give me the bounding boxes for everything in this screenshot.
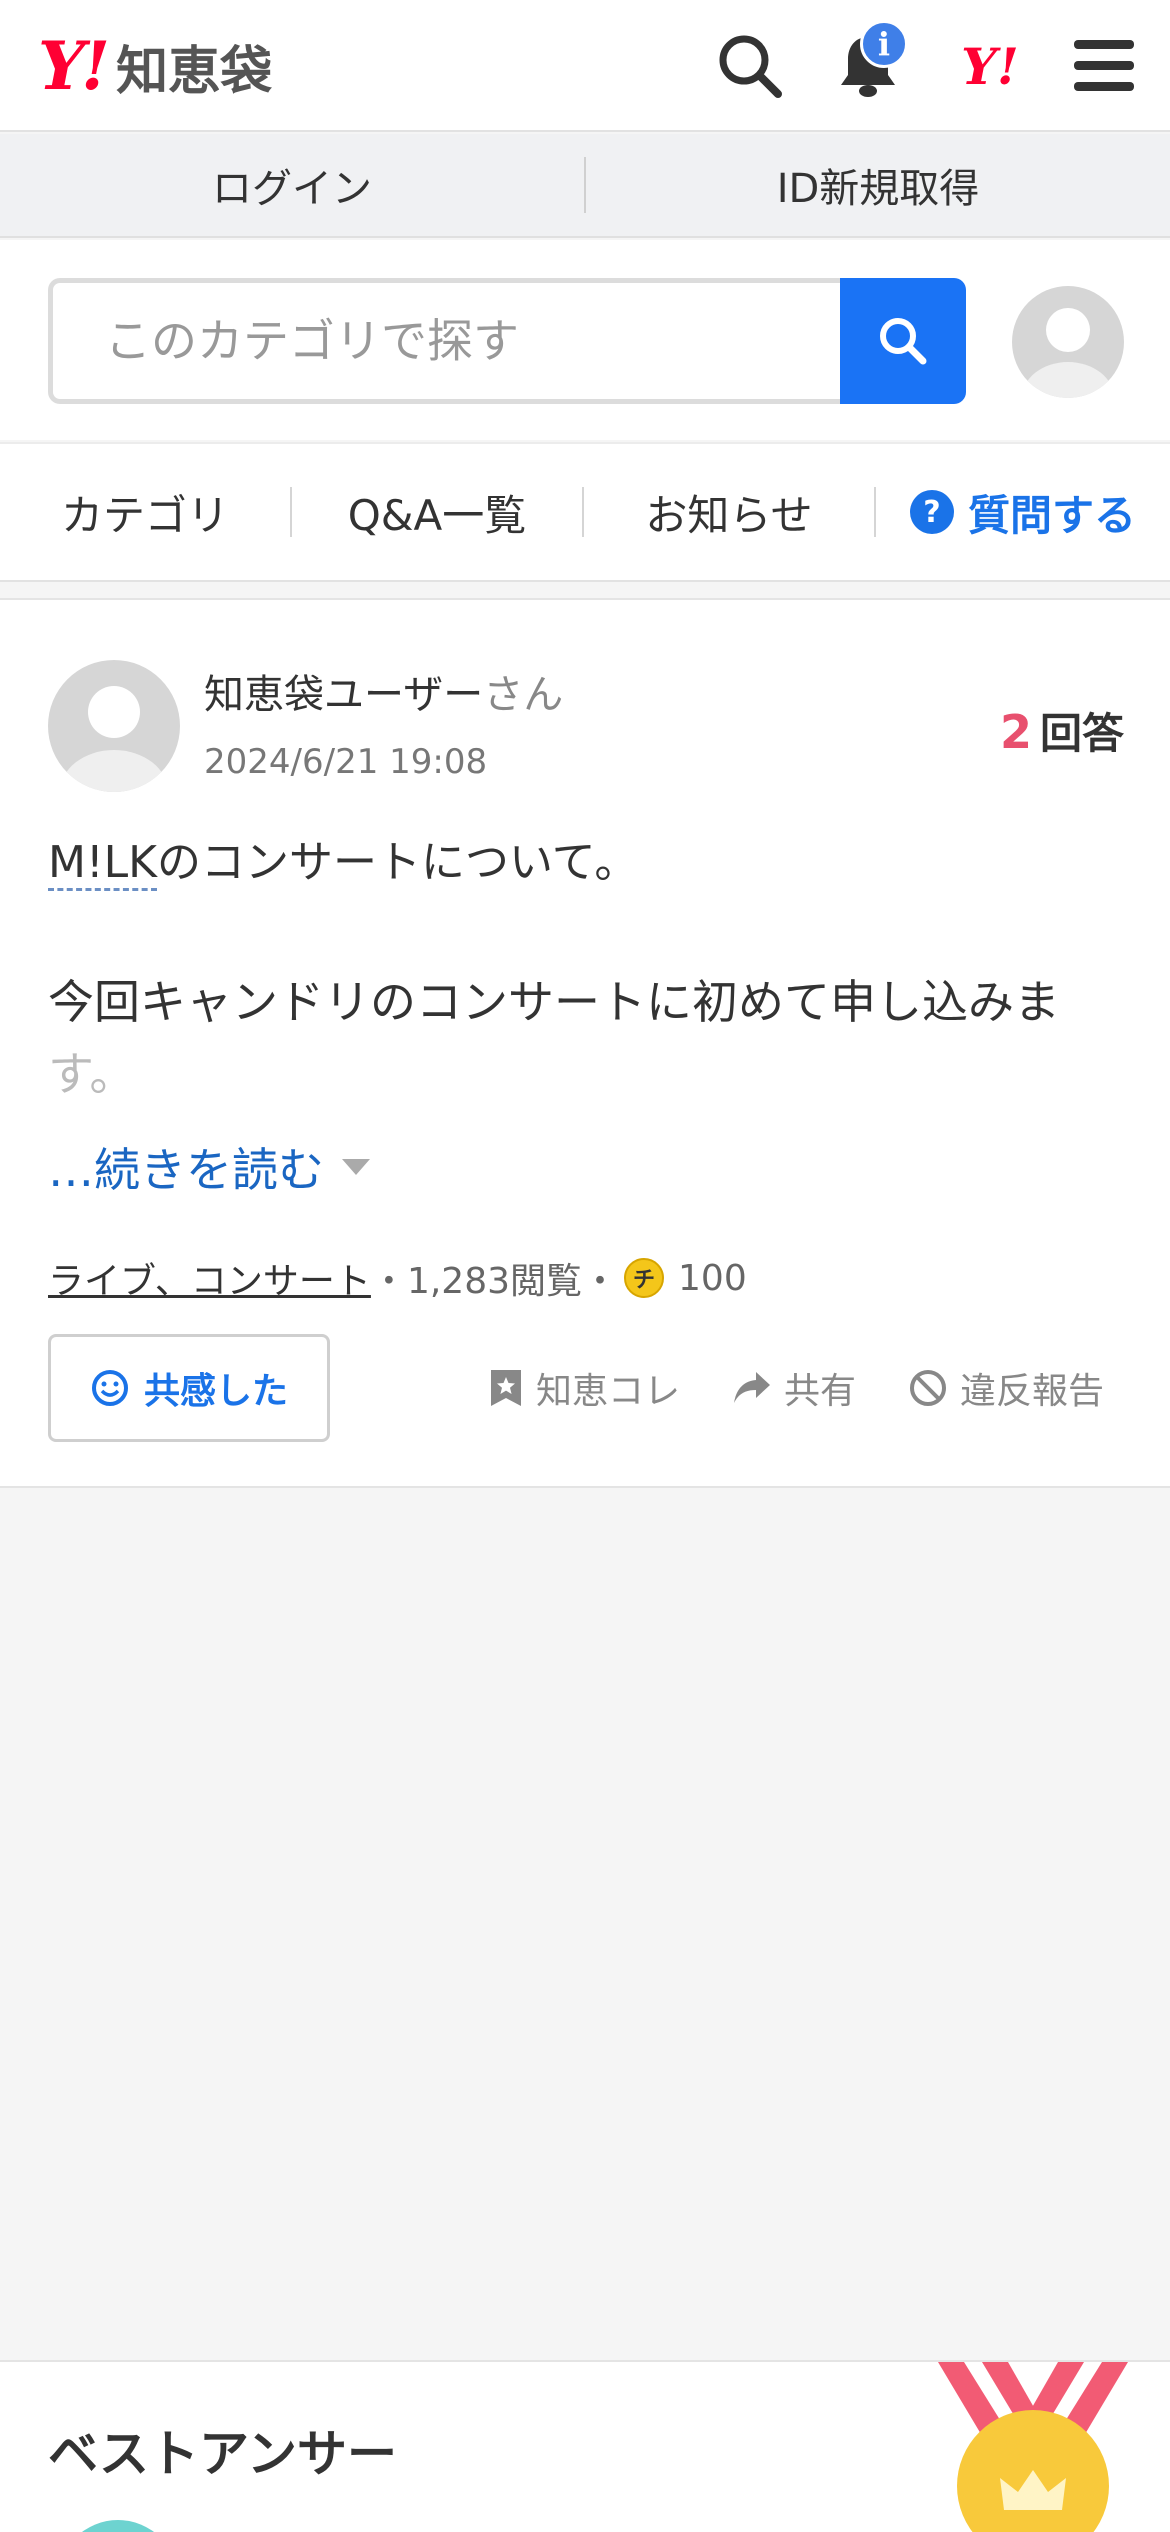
category-link[interactable]: ライブ、コンサート <box>48 1252 371 1304</box>
smile-icon <box>91 1370 128 1406</box>
search-input[interactable] <box>105 314 842 368</box>
user-avatar[interactable] <box>1012 286 1124 398</box>
share-arrow-icon <box>733 1372 770 1403</box>
question-meta: ライブ、コンサート ・ 1,283閲覧 ・ チ 100 <box>48 1252 747 1304</box>
category-nav: カテゴリ Q&A一覧 お知らせ ? 質問する <box>0 442 1170 582</box>
search-icon[interactable] <box>710 26 790 106</box>
notification-badge: i <box>860 20 908 68</box>
collect-button[interactable]: 知恵コレ <box>488 1362 680 1414</box>
answer-count-link[interactable]: 2 回答 <box>1000 700 1124 761</box>
prohibited-icon <box>909 1370 946 1406</box>
question-icon: ? <box>909 490 954 534</box>
questioner-avatar <box>48 660 180 792</box>
chevron-down-icon <box>342 1159 370 1175</box>
question-title: M!LKのコンサートについて。 <box>48 826 639 891</box>
login-bar: ログイン ID新規取得 <box>0 134 1170 238</box>
best-answer-title: ベストアンサー <box>48 2425 397 2483</box>
view-count: 1,283閲覧 <box>406 1261 582 1302</box>
user-avatar-icon <box>1012 286 1124 398</box>
empathy-label: 共感した <box>143 1371 288 1412</box>
share-button[interactable]: 共有 <box>732 1362 856 1414</box>
app-header: Y! 知恵袋 i Y! <box>0 0 1170 132</box>
report-button[interactable]: 違反報告 <box>908 1362 1104 1414</box>
read-more-link[interactable]: …続きを読む <box>48 1134 370 1200</box>
login-link[interactable]: ログイン <box>0 156 584 214</box>
question-body-fade: す。 <box>48 1047 136 1101</box>
best-answer-section: ベストアンサー <box>0 2360 1170 2532</box>
ask-question-label: 質問する <box>967 490 1136 540</box>
menu-icon[interactable] <box>1064 26 1144 106</box>
user-name: 知恵袋ユーザー <box>204 672 484 718</box>
search-row <box>0 240 1170 440</box>
answerer-avatar <box>58 2520 178 2532</box>
share-label: 共有 <box>783 1371 856 1412</box>
search-box <box>48 278 842 404</box>
chiebukuro-logo-text: 知恵袋 <box>116 41 273 102</box>
bookmark-star-icon <box>490 1370 521 1406</box>
search-button[interactable] <box>840 278 966 404</box>
report-label: 違反報告 <box>959 1371 1104 1412</box>
questioner-name: 知恵袋ユーザーさん <box>204 662 563 720</box>
coin-value: 100 <box>678 1257 747 1299</box>
tab-category[interactable]: カテゴリ <box>0 482 290 543</box>
tab-qa-list[interactable]: Q&A一覧 <box>292 482 582 543</box>
chiebukuro-logo[interactable]: Y! 知恵袋 <box>38 27 273 105</box>
question-title-text: のコンサートについて。 <box>156 837 639 888</box>
question-body: 今回キャンドリのコンサートに初めて申し込みま す。 <box>48 966 1128 1110</box>
yahoo-top-link[interactable]: Y! <box>950 26 1030 106</box>
user-avatar-icon <box>48 660 180 792</box>
keyword-link[interactable]: M!LK <box>48 837 157 891</box>
question-actions: 知恵コレ 共有 違反報告 <box>436 1362 1104 1414</box>
search-icon <box>880 318 927 365</box>
meta-separator: ・ <box>370 1261 407 1302</box>
yahoo-mark-icon: Y! <box>961 36 1019 96</box>
ask-question-button[interactable]: ? 質問する <box>876 482 1170 543</box>
coin-icon: チ <box>624 1258 665 1298</box>
collect-label: 知恵コレ <box>535 1371 680 1412</box>
register-link[interactable]: ID新規取得 <box>586 156 1170 214</box>
yahoo-logo-mark: Y! <box>38 27 110 105</box>
meta-separator: ・ <box>582 1261 619 1302</box>
question-date: 2024/6/21 19:08 <box>204 742 488 782</box>
answer-label: 回答 <box>1039 709 1124 758</box>
answer-count: 2 <box>999 705 1032 759</box>
question-card: 知恵袋ユーザーさん 2024/6/21 19:08 2 回答 M!LKのコンサート… <box>0 598 1170 1488</box>
read-more-label: …続きを読む <box>48 1143 324 1197</box>
tab-news[interactable]: お知らせ <box>584 482 874 543</box>
notification-button[interactable]: i <box>828 20 908 106</box>
user-suffix: さん <box>483 672 564 718</box>
medal-crown-icon <box>938 2362 1128 2532</box>
empathy-button[interactable]: 共感した <box>48 1334 330 1442</box>
question-body-line: 今回キャンドリのコンサートに初めて申し込みま <box>48 975 1060 1029</box>
